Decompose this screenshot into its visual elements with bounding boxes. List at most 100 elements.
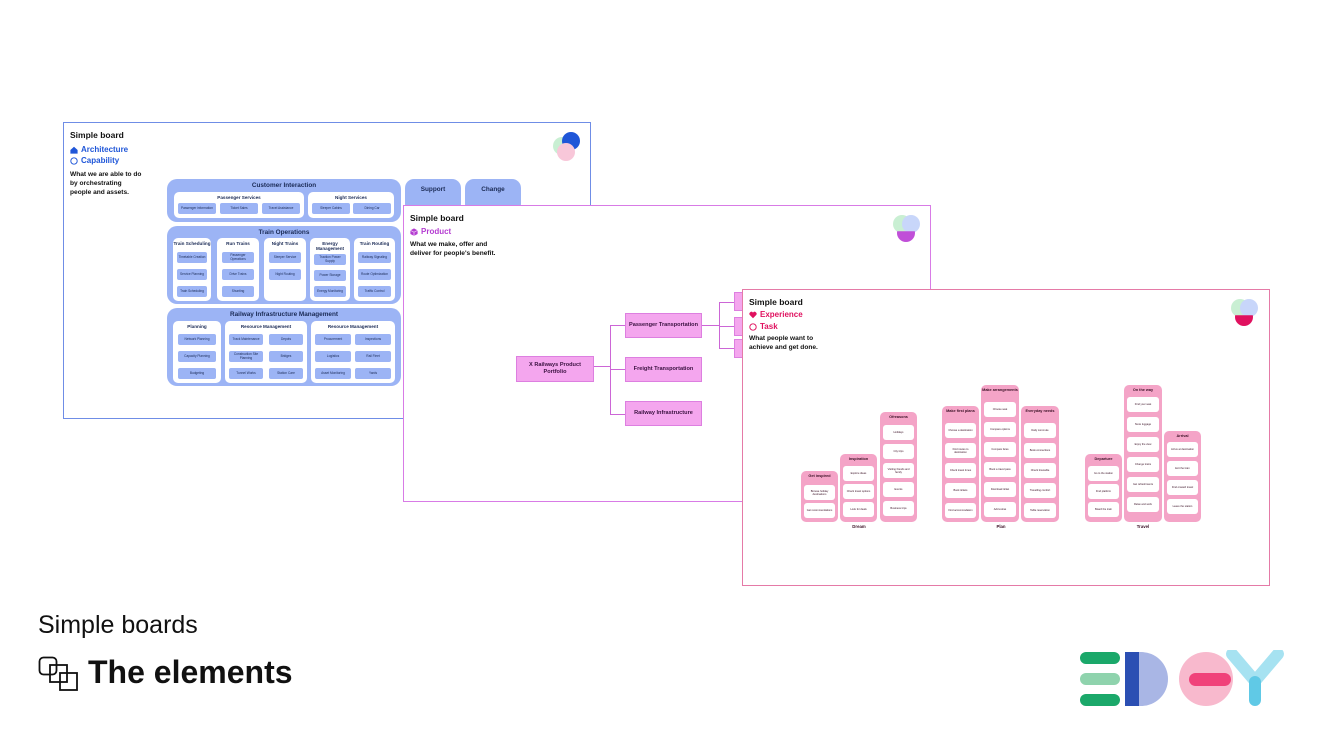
capability-chip[interactable]: Night Routing	[269, 269, 301, 280]
task-card[interactable]: Relax and work	[1127, 497, 1159, 512]
task-card[interactable]: Change trains	[1127, 457, 1159, 472]
capability-chip[interactable]: Service Planning	[177, 269, 207, 280]
capability-chip[interactable]: Shunting	[222, 286, 254, 297]
capability-chip[interactable]: Travel Assistance	[262, 203, 300, 214]
task-card[interactable]: Board the train	[1088, 502, 1119, 517]
capability-chip[interactable]: Sleeper Service	[269, 252, 301, 263]
task-card[interactable]: Compare options	[984, 422, 1016, 437]
product-passenger-transportation[interactable]: Passenger Transportation	[625, 313, 702, 338]
task-card[interactable]: Find onward travel	[1167, 480, 1198, 495]
capability-chip[interactable]: Route Optimization	[358, 269, 391, 280]
task-card[interactable]: Check travel times	[945, 463, 976, 478]
capability-column: Train Routing Railway Signaling Route Op…	[354, 238, 395, 301]
stage-inspiration[interactable]: Inspiration Explore ideas Check travel o…	[840, 454, 877, 522]
task-card[interactable]: Leave the station	[1167, 499, 1198, 514]
product-freight-transportation[interactable]: Freight Transportation	[625, 357, 702, 382]
stage-everyday-needs[interactable]: Everyday needs Daily commute Book connec…	[1021, 406, 1059, 522]
capability-chip[interactable]: Asset Monitoring	[315, 368, 351, 379]
capability-chip[interactable]: Ticket Sales	[220, 203, 258, 214]
task-card[interactable]: Go to the station	[1088, 466, 1119, 481]
task-card[interactable]: Check travel options	[843, 484, 874, 499]
task-card[interactable]: Browse holiday destinations	[804, 485, 835, 500]
stage-get-inspired[interactable]: Get inspired Browse holiday destinations…	[801, 471, 838, 522]
task-card[interactable]: Book connections	[1024, 443, 1056, 458]
task-card[interactable]: Compare fares	[984, 442, 1016, 457]
task-card[interactable]: Arrive at destination	[1167, 442, 1198, 457]
capability-chip[interactable]: Depots	[269, 334, 303, 345]
capability-chip[interactable]: Yards	[355, 368, 391, 379]
task-card[interactable]: Check timetable	[1024, 463, 1056, 478]
capability-chip[interactable]: Tunnel Works	[229, 368, 263, 379]
task-card[interactable]: Store luggage	[1127, 417, 1159, 432]
column-title: Train Scheduling	[173, 241, 211, 246]
capability-chip[interactable]: Timetable Creation	[177, 252, 207, 263]
task-card[interactable]: Business trips	[883, 501, 914, 516]
capability-chip[interactable]: Network Planning	[178, 334, 216, 345]
capability-chip[interactable]: Train Scheduling	[177, 286, 207, 297]
task-card[interactable]: Daily commute	[1024, 423, 1056, 438]
stage-departure[interactable]: Departure Go to the station Find platfor…	[1085, 454, 1122, 522]
edgy-logo-icon	[1080, 650, 1284, 706]
task-card[interactable]: Get refreshments	[1127, 477, 1159, 492]
capability-chip[interactable]: Track Maintenance	[229, 334, 263, 345]
task-card[interactable]: Events	[883, 482, 914, 497]
task-card[interactable]: Choose a destination	[945, 423, 976, 438]
column-title: Energy Management	[315, 241, 345, 251]
task-card[interactable]: Get recommendations	[804, 503, 835, 518]
tree-connector	[594, 366, 610, 367]
capability-chip[interactable]: Logistics	[315, 351, 351, 362]
stage-make-arrangements[interactable]: Make arrangements Choose seat Compare op…	[981, 385, 1019, 522]
capability-chip[interactable]: Sleeper Cabins	[312, 203, 350, 214]
task-card[interactable]: Travelling comfort	[1024, 483, 1056, 498]
capability-chip[interactable]: Passenger Operations	[222, 252, 254, 263]
capability-chip[interactable]: Budgeting	[178, 368, 216, 379]
stage-make-first-plans[interactable]: Make first plans Choose a destination Fi…	[942, 406, 979, 522]
capability-chip[interactable]: Station Care	[269, 368, 303, 379]
stage-arrival[interactable]: Arrival Arrive at destination Exit the t…	[1164, 431, 1201, 522]
task-card[interactable]: Enjoy the view	[1127, 437, 1159, 452]
capability-chip[interactable]: Inspections	[355, 334, 391, 345]
capability-chip[interactable]: Railway Signaling	[358, 252, 391, 263]
capability-column: Run Trains Passenger Operations Drive Tr…	[217, 238, 259, 301]
task-card[interactable]: Find routes to destination	[945, 443, 976, 458]
tree-connector	[610, 414, 625, 415]
column-title: Night Trains	[271, 241, 299, 246]
task-card[interactable]: Book tickets	[945, 483, 976, 498]
capability-chip[interactable]: Dining Car	[353, 203, 391, 214]
capability-chip[interactable]: Traffic Control	[358, 286, 391, 297]
task-card[interactable]: Exit the train	[1167, 461, 1198, 476]
capability-chip[interactable]: Construction Site Planning	[229, 351, 263, 362]
task-card[interactable]: Find accommodation	[945, 503, 976, 518]
task-card[interactable]: Find your seat	[1127, 397, 1159, 412]
capability-chip[interactable]: Procurement	[315, 334, 351, 345]
task-card[interactable]: Look for deals	[843, 502, 874, 517]
task-card[interactable]: Book a travel pass	[984, 462, 1016, 477]
capability-chip[interactable]: Energy Monitoring	[314, 286, 346, 297]
capability-chip[interactable]: Rail Fleet	[355, 351, 391, 362]
capability-chip[interactable]: Drive Trains	[222, 269, 254, 280]
stage-on-the-way[interactable]: On the way Find your seat Store luggage …	[1124, 385, 1162, 522]
column-title: Planning	[187, 324, 207, 329]
task-card[interactable]: Find platform	[1088, 484, 1119, 499]
task-card[interactable]: City trips	[883, 444, 914, 459]
group-customer-interaction: Customer Interaction Passenger Services …	[167, 179, 401, 222]
task-card[interactable]: Holidays	[883, 425, 914, 440]
task-card[interactable]: Add extras	[984, 502, 1016, 517]
experience-board[interactable]: Simple board Experience Task What people…	[742, 289, 1270, 586]
capability-chip[interactable]: Bridges	[269, 351, 303, 362]
task-card[interactable]: Table reservation	[1024, 503, 1056, 518]
capability-chip[interactable]: Traction Power Supply	[314, 254, 346, 265]
board-type-product: Product	[410, 227, 451, 236]
task-card[interactable]: Download ticket	[984, 482, 1016, 497]
board-type-task: Task	[749, 322, 778, 331]
task-card[interactable]: Visiting friends and family	[883, 463, 914, 478]
task-card[interactable]: Choose seat	[984, 402, 1016, 417]
column-title: Train Routing	[359, 241, 390, 246]
product-root[interactable]: X Railways Product Portfolio	[516, 356, 594, 382]
product-railway-infrastructure[interactable]: Railway Infrastructure	[625, 401, 702, 426]
capability-chip[interactable]: Passenger information	[178, 203, 216, 214]
stage-ofreasons[interactable]: Ofreasons Holidays City trips Visiting f…	[880, 412, 917, 522]
capability-chip[interactable]: Capacity Planning	[178, 351, 216, 362]
task-card[interactable]: Explore ideas	[843, 466, 874, 481]
capability-chip[interactable]: Power Storage	[314, 270, 346, 281]
